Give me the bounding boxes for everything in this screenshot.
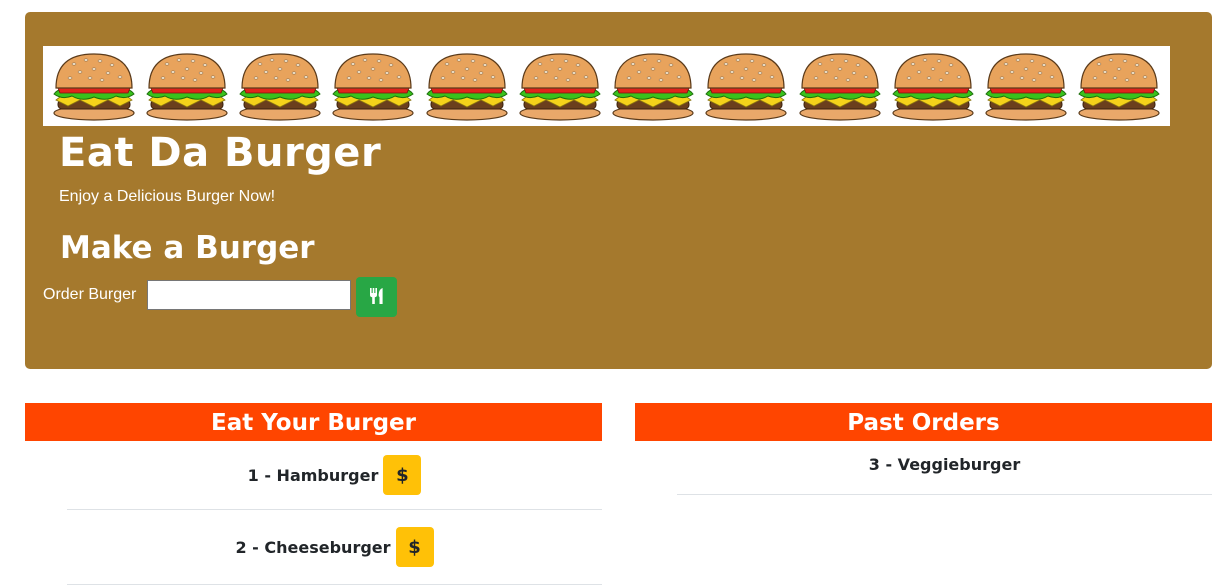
site-tagline: Enjoy a Delicious Burger Now! (59, 188, 276, 205)
burger-image (332, 53, 415, 121)
burger-image (52, 53, 135, 121)
burger-image (425, 53, 508, 121)
burger-image (985, 53, 1067, 121)
burger-name: 3 - Veggieburger (868, 455, 1021, 474)
burger-image (612, 53, 694, 121)
burger-image (519, 53, 601, 121)
devour-button[interactable]: $ (395, 527, 434, 567)
burger-image (892, 53, 974, 121)
past-orders-header: Past Orders (635, 403, 1212, 441)
burger-image (798, 53, 881, 121)
devour-button[interactable]: $ (383, 455, 422, 495)
list-item: 3 - Veggieburger (677, 441, 1212, 495)
burger-banner (43, 46, 1170, 126)
burger-name: 2 - Cheeseburger (235, 537, 391, 557)
list-item: 1 - Hamburger $ (67, 441, 602, 510)
burger-image (146, 53, 228, 121)
order-burger-input[interactable] (147, 280, 351, 310)
order-burger-label: Order Burger (43, 286, 137, 303)
utensils-icon (369, 287, 385, 308)
jumbotron: Eat Da Burger Enjoy a Delicious Burger N… (25, 12, 1212, 369)
burger-image (705, 53, 788, 121)
burger-image (239, 53, 321, 121)
burger-name: 1 - Hamburger (247, 465, 379, 485)
burger-image (1078, 53, 1161, 121)
submit-burger-button[interactable] (356, 277, 397, 317)
make-burger-heading: Make a Burger (60, 230, 315, 266)
eat-your-burger-header: Eat Your Burger (25, 403, 602, 441)
list-item: 2 - Cheeseburger $ (67, 510, 602, 585)
site-title: Eat Da Burger (59, 130, 382, 176)
